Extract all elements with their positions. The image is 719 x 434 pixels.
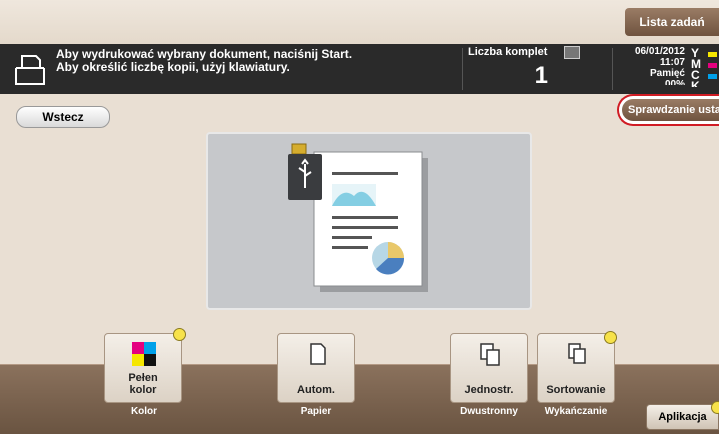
toner-letter-k: K bbox=[691, 81, 701, 87]
image-frame bbox=[332, 184, 376, 206]
keypad-icon bbox=[564, 46, 580, 59]
toner-bar-c bbox=[708, 74, 717, 79]
color-button-label: Pełen kolor bbox=[128, 372, 158, 396]
paper-category-label: Papier bbox=[300, 406, 332, 417]
date-text: 06/01/2012 bbox=[634, 46, 685, 57]
divider bbox=[462, 48, 463, 90]
color-button[interactable]: Pełen kolor bbox=[104, 333, 182, 403]
duplex-button-label: Jednostr. bbox=[464, 384, 514, 396]
toner-letter-c: C bbox=[691, 68, 700, 82]
finishing-button-label: Sortowanie bbox=[546, 384, 606, 396]
copies-value: 1 bbox=[534, 62, 548, 89]
preview-graphic bbox=[288, 143, 428, 292]
sort-icon bbox=[568, 343, 586, 364]
simplex-icon bbox=[480, 343, 500, 366]
text-line bbox=[332, 226, 398, 229]
application-button[interactable]: Aplikacja bbox=[646, 404, 719, 430]
top-header bbox=[0, 0, 719, 44]
paper-button[interactable]: Autom. bbox=[277, 333, 355, 403]
memory-value: 00% bbox=[664, 79, 685, 85]
time-text: 11:07 bbox=[659, 57, 685, 68]
paper-button-label: Autom. bbox=[297, 384, 335, 396]
job-list-tab[interactable]: Lista zadań bbox=[625, 8, 719, 36]
text-line bbox=[332, 216, 398, 219]
usb-connector bbox=[291, 143, 307, 155]
text-line bbox=[332, 246, 368, 249]
document-preview bbox=[206, 132, 532, 310]
copies-label: Liczba komplet bbox=[468, 46, 548, 58]
color-squares-icon bbox=[132, 342, 156, 366]
color-category-label: Kolor bbox=[130, 406, 158, 417]
toner-levels: Y M C K bbox=[691, 47, 701, 87]
toner-bar-y bbox=[708, 52, 717, 57]
duplex-button[interactable]: Jednostr. bbox=[450, 333, 528, 403]
text-line bbox=[332, 236, 372, 239]
finishing-button[interactable]: Sortowanie bbox=[537, 333, 615, 403]
finishing-category-label: Wykańczanie bbox=[544, 406, 608, 417]
memory-label: Pamięć bbox=[649, 68, 685, 79]
modified-indicator bbox=[604, 331, 617, 344]
status-message-line2: Aby określić liczbę kopii, użyj klawiatu… bbox=[56, 60, 290, 74]
text-line bbox=[332, 172, 398, 175]
toner-bar-m bbox=[708, 63, 717, 68]
duplex-category-label: Dwustronny bbox=[460, 406, 518, 417]
modified-indicator bbox=[173, 328, 186, 341]
check-settings-button[interactable]: Sprawdzanie ustawień bbox=[622, 99, 719, 121]
modified-indicator bbox=[711, 401, 719, 414]
back-button[interactable]: Wstecz bbox=[16, 106, 110, 128]
printer-icon bbox=[15, 55, 45, 85]
status-message: Aby wydrukować wybrany dokument, naciśni… bbox=[56, 48, 352, 74]
device-status: 06/01/2012 11:07 Pamięć 00% bbox=[617, 46, 685, 85]
paper-icon bbox=[310, 343, 326, 365]
divider bbox=[612, 48, 613, 90]
